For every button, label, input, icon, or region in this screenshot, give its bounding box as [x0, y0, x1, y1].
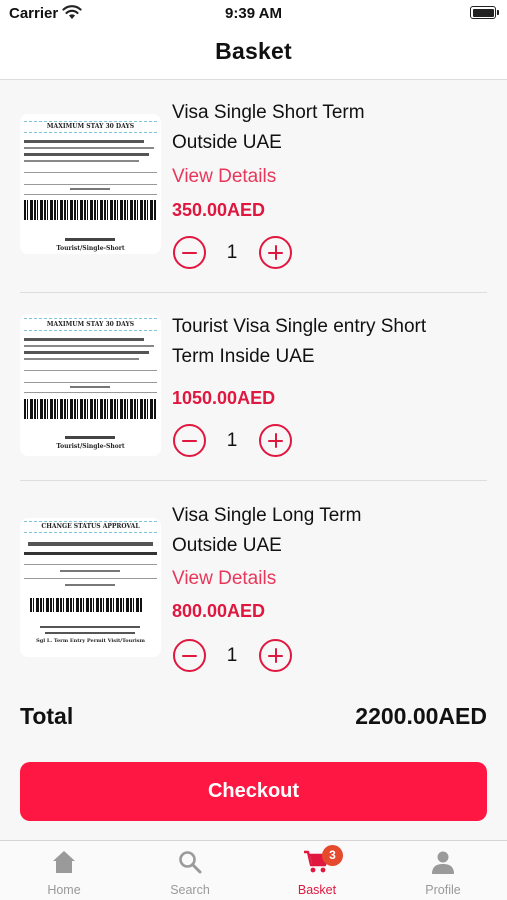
- increase-quantity-button[interactable]: [259, 424, 292, 457]
- basket-item: MAXIMUM STAY 30 DAYS Tourist/Single-Shor…: [0, 80, 507, 293]
- item-price: 800.00AED: [172, 601, 266, 621]
- thumb-footer: Tourist/Single-Short: [56, 245, 125, 252]
- search-icon: [179, 851, 202, 874]
- thumb-header: MAXIMUM STAY 30 DAYS: [46, 123, 135, 130]
- clock: 9:39 AM: [225, 5, 282, 22]
- visa-thumbnail[interactable]: CHANGE STATUS APPROVAL Sgl L. Term Entry…: [20, 518, 161, 657]
- barcode-graphic: [30, 598, 143, 612]
- increase-quantity-button[interactable]: [259, 236, 292, 269]
- tab-basket[interactable]: 3 Basket: [254, 841, 380, 900]
- total-value: 2200.00AED: [355, 703, 487, 729]
- quantity-value: 1: [226, 645, 238, 666]
- page-title: Basket: [215, 38, 292, 64]
- item-name: Visa Single Short Term Outside UAE: [172, 102, 365, 153]
- tab-label: Home: [47, 883, 81, 897]
- quantity-value: 1: [226, 430, 238, 451]
- decrease-quantity-button[interactable]: [173, 639, 206, 672]
- item-name: Tourist Visa Single entry Short Term Ins…: [172, 316, 427, 367]
- home-icon: [53, 851, 75, 873]
- barcode-graphic: [24, 200, 157, 220]
- checkout-button[interactable]: Checkout: [20, 762, 487, 821]
- thumb-footer: Sgl L. Term Entry Permit Visit/Tourism: [36, 638, 145, 644]
- basket-item: MAXIMUM STAY 30 DAYS Tourist/Single-Shor…: [0, 293, 507, 480]
- quantity-value: 1: [226, 242, 238, 263]
- tab-home[interactable]: Home: [1, 841, 127, 900]
- tab-profile[interactable]: Profile: [380, 841, 506, 900]
- tab-label: Search: [170, 883, 210, 897]
- barcode-graphic: [24, 399, 157, 419]
- tab-search[interactable]: Search: [127, 841, 253, 900]
- item-price: 1050.00AED: [172, 388, 276, 408]
- minus-icon: [182, 654, 197, 657]
- increase-quantity-button[interactable]: [259, 639, 292, 672]
- thumb-header: MAXIMUM STAY 30 DAYS: [46, 321, 135, 328]
- item-name: Visa Single Long Term Outside UAE: [172, 505, 362, 556]
- thumb-header: CHANGE STATUS APPROVAL: [41, 523, 140, 530]
- view-details-link[interactable]: View Details: [172, 568, 276, 590]
- status-bar: Carrier 9:39 AM: [0, 0, 507, 30]
- basket-item: CHANGE STATUS APPROVAL Sgl L. Term Entry…: [0, 481, 507, 691]
- battery-icon: [470, 6, 499, 19]
- visa-thumbnail[interactable]: MAXIMUM STAY 30 DAYS Tourist/Single-Shor…: [20, 114, 161, 254]
- decrease-quantity-button[interactable]: [173, 236, 206, 269]
- tab-bar: Home Search 3 Basket Profile: [0, 840, 507, 900]
- visa-thumbnail[interactable]: MAXIMUM STAY 30 DAYS Tourist/Single-Shor…: [20, 314, 161, 456]
- minus-icon: [182, 251, 197, 254]
- decrease-quantity-button[interactable]: [173, 424, 206, 457]
- view-details-link[interactable]: View Details: [172, 166, 276, 188]
- cart-count-badge: 3: [322, 845, 343, 866]
- minus-icon: [182, 439, 197, 442]
- thumb-footer: Tourist/Single-Short: [56, 443, 125, 450]
- tab-label: Profile: [425, 883, 461, 897]
- person-icon: [432, 851, 454, 874]
- total-label: Total: [20, 703, 74, 729]
- item-price: 350.00AED: [172, 200, 266, 220]
- tab-label: Basket: [297, 883, 337, 897]
- nav-bar: Basket: [0, 30, 507, 80]
